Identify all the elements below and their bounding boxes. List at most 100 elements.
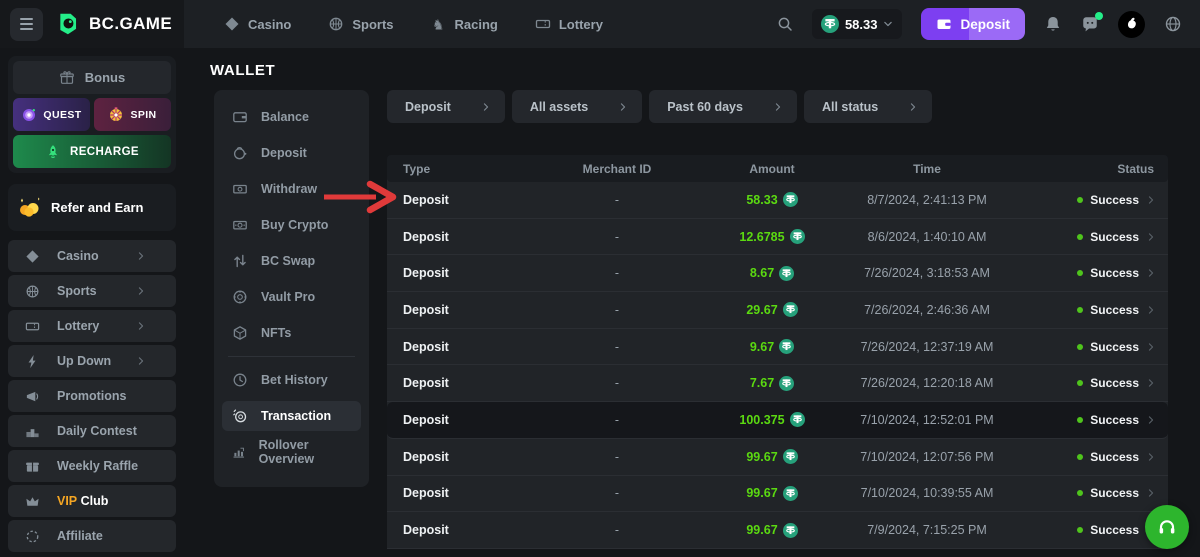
user-avatar[interactable] (1118, 11, 1145, 38)
wallet-menu-item-deposit[interactable]: Deposit (222, 138, 361, 168)
wallet-menu-item-withdraw[interactable]: Withdraw (222, 174, 361, 204)
sidebar-item-weekly-raffle[interactable]: Weekly Raffle (8, 450, 176, 482)
status-dot (1077, 270, 1083, 276)
transaction-row[interactable]: Deposit - 7.67 7/26/2024, 12:20:18 AM Su… (387, 365, 1168, 402)
wallet-menu-item-transaction[interactable]: Transaction (222, 401, 361, 431)
status-dot (1077, 527, 1083, 533)
left-sidebar: Bonus QUEST SPIN RECHARGE Refer and Earn (0, 48, 184, 557)
sidebar-item-casino[interactable]: Casino (8, 240, 176, 272)
crown-icon (25, 494, 40, 509)
megaphone-icon (25, 389, 40, 404)
cell-type: Deposit (387, 486, 527, 500)
sidebar-item-bonus[interactable]: Bonus (13, 61, 171, 94)
tether-icon (783, 486, 798, 501)
wallet-menu-divider (228, 356, 355, 357)
transaction-row[interactable]: Deposit - 99.67 7/10/2024, 10:39:55 AM S… (387, 476, 1168, 513)
chevron-right-icon (1146, 305, 1156, 315)
menu-toggle-button[interactable] (10, 8, 43, 41)
wallet-menu-item-bet-history[interactable]: Bet History (222, 365, 361, 395)
tether-icon (783, 523, 798, 538)
brand-logo[interactable]: BC.GAME (56, 11, 172, 37)
filter-all-assets[interactable]: All assets (512, 90, 642, 123)
brand-name: BC.GAME (89, 14, 172, 34)
transaction-row[interactable]: Deposit - 8.67 7/26/2024, 3:18:53 AM Suc… (387, 255, 1168, 292)
transaction-row[interactable]: Deposit - 12.6785 8/6/2024, 1:40:10 AM S… (387, 219, 1168, 256)
transactions-table: Type Merchant ID Amount Time Status Depo… (387, 155, 1168, 549)
cell-status: Success (1017, 230, 1168, 244)
dashed-circle-icon (25, 529, 40, 544)
ticket-icon (535, 16, 551, 32)
topbar: BC.GAME Casino Sports ♞ Racing Lottery 5… (0, 0, 1200, 48)
cell-amount: 12.6785 (707, 229, 837, 244)
chevron-right-icon (618, 102, 628, 112)
refer-and-earn-button[interactable]: Refer and Earn (8, 184, 176, 231)
cell-type: Deposit (387, 266, 527, 280)
transaction-row[interactable]: Deposit - 100.375 7/10/2024, 12:52:01 PM… (387, 402, 1168, 439)
tether-icon (779, 339, 794, 354)
wallet-menu-item-bc-swap[interactable]: BC Swap (222, 246, 361, 276)
chat-icon[interactable] (1081, 15, 1099, 33)
sidebar-item-affiliate[interactable]: Affiliate (8, 520, 176, 552)
nav-item-casino[interactable]: Casino (224, 16, 291, 32)
spin-button[interactable]: SPIN (94, 98, 171, 131)
sidebar-item-lottery[interactable]: Lottery (8, 310, 176, 342)
cell-type: Deposit (387, 376, 527, 390)
status-dot (1077, 344, 1083, 350)
status-label: Success (1090, 230, 1139, 244)
sidebar-item-label: Lottery (57, 319, 136, 333)
notifications-bell-icon[interactable] (1044, 15, 1062, 33)
transaction-row[interactable]: Deposit - 58.33 8/7/2024, 2:41:13 PM Suc… (387, 182, 1168, 219)
wallet-menu-label: Vault Pro (261, 290, 315, 304)
cell-merchant-id: - (527, 413, 707, 427)
ticket-icon (25, 319, 40, 334)
sidebar-item-label: Up Down (57, 354, 136, 368)
status-label: Success (1090, 486, 1139, 500)
deposit-button-label: Deposit (960, 17, 1010, 32)
filter-all-status[interactable]: All status (804, 90, 932, 123)
deposit-button[interactable]: Deposit (921, 8, 1025, 40)
balance-selector[interactable]: 58.33 (812, 9, 903, 39)
nav-item-lottery[interactable]: Lottery (535, 16, 603, 32)
cell-merchant-id: - (527, 486, 707, 500)
transaction-row[interactable]: Deposit - 29.67 7/26/2024, 2:46:36 AM Su… (387, 292, 1168, 329)
wallet-submenu: Balance Deposit Withdraw Buy Crypto BC S… (214, 90, 369, 487)
column-header-amount: Amount (707, 162, 837, 176)
sidebar-item-vip-club[interactable]: VIP Club (8, 485, 176, 517)
status-dot (1077, 490, 1083, 496)
banknote-icon (232, 217, 248, 233)
filter-deposit[interactable]: Deposit (387, 90, 505, 123)
transaction-row[interactable]: Deposit - 99.67 7/9/2024, 7:15:25 PM Suc… (387, 512, 1168, 549)
wallet-menu-item-balance[interactable]: Balance (222, 102, 361, 132)
nav-label: Sports (352, 17, 393, 32)
support-chat-button[interactable] (1145, 505, 1189, 549)
nav-item-racing[interactable]: ♞ Racing (431, 16, 498, 32)
wallet-menu-item-buy-crypto[interactable]: Buy Crypto (222, 210, 361, 240)
amount-value: 12.6785 (739, 230, 784, 244)
cell-status: Success (1017, 413, 1168, 427)
status-dot (1077, 307, 1083, 313)
search-icon[interactable] (777, 16, 793, 32)
language-globe-icon[interactable] (1164, 15, 1182, 33)
transaction-row[interactable]: Deposit - 9.67 7/26/2024, 12:37:19 AM Su… (387, 329, 1168, 366)
tether-icon (790, 229, 805, 244)
recharge-button[interactable]: RECHARGE (13, 135, 171, 168)
cell-merchant-id: - (527, 230, 707, 244)
filter-past-60-days[interactable]: Past 60 days (649, 90, 797, 123)
avatar-mark-icon (1124, 16, 1140, 32)
sidebar-item-promotions[interactable]: Promotions (8, 380, 176, 412)
wallet-menu-label: Bet History (261, 373, 328, 387)
quest-button[interactable]: QUEST (13, 98, 90, 131)
wallet-menu-item-nfts[interactable]: NFTs (222, 318, 361, 348)
cell-amount: 9.67 (707, 339, 837, 354)
wallet-menu-item-vault-pro[interactable]: Vault Pro (222, 282, 361, 312)
chevron-right-icon (1146, 342, 1156, 352)
wallet-menu-label: Withdraw (261, 182, 317, 196)
cell-type: Deposit (387, 193, 527, 207)
sidebar-item-up-down[interactable]: Up Down (8, 345, 176, 377)
cell-time: 7/9/2024, 7:15:25 PM (837, 523, 1017, 537)
sidebar-item-daily-contest[interactable]: Daily Contest (8, 415, 176, 447)
sidebar-item-sports[interactable]: Sports (8, 275, 176, 307)
wallet-menu-item-rollover-overview[interactable]: Rollover Overview (222, 437, 361, 467)
nav-item-sports[interactable]: Sports (328, 16, 393, 32)
transaction-row[interactable]: Deposit - 99.67 7/10/2024, 12:07:56 PM S… (387, 439, 1168, 476)
